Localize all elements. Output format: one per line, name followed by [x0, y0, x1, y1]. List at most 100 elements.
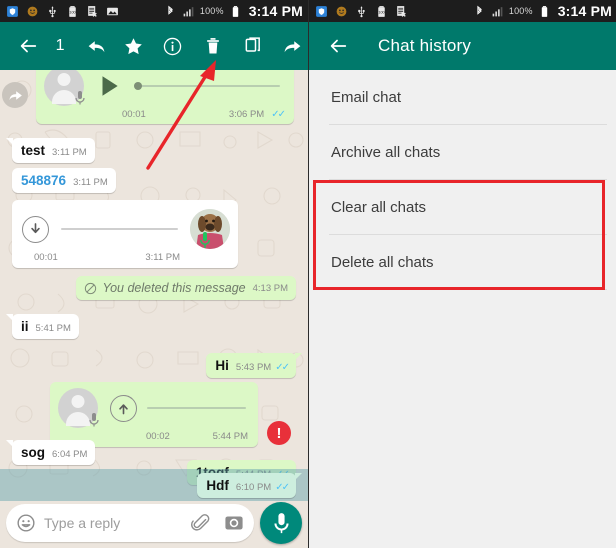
message-deleted-out[interactable]: You deleted this message 4:13 PM — [76, 276, 296, 300]
chat-history-menu: Email chat Archive all chats Clear all c… — [309, 70, 616, 548]
message-time: 3:11 PM — [52, 147, 87, 158]
voice-row — [36, 70, 294, 109]
forward-button[interactable] — [276, 22, 308, 70]
copy-button[interactable] — [237, 22, 269, 70]
bubble-tail — [6, 314, 13, 321]
menu-item-label: Email chat — [331, 89, 402, 106]
text-bubble[interactable]: test 3:11 PM — [6, 138, 95, 163]
battery-icon — [232, 5, 238, 17]
read-ticks-icon: ✓✓ — [271, 109, 286, 120]
message-voice-out-forwarded[interactable]: 00:01 3:06 PM ✓✓ — [2, 70, 294, 124]
bubble-tail — [6, 138, 13, 145]
message-text-link[interactable]: 548876 — [21, 173, 66, 188]
menu-item-label: Delete all chats — [331, 254, 434, 271]
voice-progress-thumb[interactable] — [134, 82, 142, 90]
battery-saver-icon: 100 — [69, 5, 76, 17]
usb-icon — [49, 5, 56, 17]
paperclip-icon[interactable] — [191, 513, 211, 533]
microphone-icon — [273, 513, 289, 534]
message-text-in[interactable]: ii 5:41 PM — [6, 314, 79, 339]
menu-item-email-chat[interactable]: Email chat — [309, 70, 616, 125]
contact-avatar — [190, 209, 230, 249]
delete-button[interactable] — [197, 22, 229, 70]
back-button[interactable] — [309, 22, 358, 70]
delete-icon — [207, 38, 219, 54]
battery-saver-icon: 100 — [378, 5, 385, 17]
back-arrow-icon — [20, 39, 36, 53]
star-button[interactable] — [118, 22, 150, 70]
download-button[interactable] — [22, 215, 49, 243]
info-button[interactable] — [157, 22, 189, 70]
voice-meta: 00:01 3:06 PM ✓✓ — [36, 109, 294, 124]
battery-percent-label: 100% — [508, 6, 533, 16]
voice-duration: 00:02 — [146, 431, 170, 442]
voice-bubble[interactable]: 00:01 3:06 PM ✓✓ — [36, 70, 294, 124]
voice-record-button[interactable] — [260, 502, 302, 544]
reply-icon — [88, 40, 105, 52]
message-text-in[interactable]: sog 6:04 PM — [6, 440, 96, 465]
status-icons-right: 100% 3:14 PM — [164, 3, 303, 19]
menu-item-clear-all-chats[interactable]: Clear all chats — [309, 180, 616, 235]
voice-row — [12, 200, 238, 252]
message-time: 6:10 PM — [235, 482, 272, 493]
camera-icon[interactable] — [224, 514, 244, 532]
voice-bubble[interactable]: 00:01 3:11 PM — [12, 200, 238, 268]
bubble-tail — [6, 440, 13, 447]
message-text: test — [21, 143, 46, 158]
menu-item-archive-all-chats[interactable]: Archive all chats — [309, 125, 616, 180]
deleted-bubble[interactable]: You deleted this message 4:13 PM — [76, 276, 296, 300]
image-icon — [107, 7, 118, 15]
voice-duration: 00:01 — [122, 109, 146, 120]
back-button[interactable] — [0, 22, 48, 70]
battery-percent-label: 100% — [199, 6, 224, 16]
status-icons-right: 100% 3:14 PM — [473, 3, 612, 19]
clock-label: 3:14 PM — [557, 3, 612, 19]
emoji-face-icon — [336, 6, 347, 16]
reply-input-container[interactable]: Type a reply — [6, 504, 254, 542]
emoji-face-icon — [27, 6, 38, 16]
bubble-tail — [295, 473, 302, 480]
reply-button[interactable] — [80, 22, 112, 70]
text-bubble[interactable]: Hi 5:43 PM ✓✓ — [206, 353, 302, 378]
star-icon — [125, 37, 143, 54]
right-phone-panel: 100 100% 3:14 PM Chat history Email chat… — [308, 0, 616, 548]
text-bubble[interactable]: ii 5:41 PM — [6, 314, 79, 339]
message-time: 3:11 PM — [145, 252, 180, 263]
message-text-out-selected[interactable]: Hdf 6:10 PM ✓✓ — [197, 473, 302, 498]
document-x-icon — [88, 5, 97, 17]
shield-icon — [7, 5, 18, 17]
message-text-out[interactable]: Hi 5:43 PM ✓✓ — [206, 353, 302, 378]
download-icon — [31, 222, 40, 233]
play-icon[interactable] — [96, 73, 122, 99]
clock-label: 3:14 PM — [248, 3, 303, 19]
emoji-icon[interactable] — [16, 513, 36, 533]
text-bubble[interactable]: sog 6:04 PM — [6, 440, 96, 465]
message-text-in[interactable]: 548876 3:11 PM — [12, 168, 116, 193]
bluetooth-icon — [168, 5, 173, 15]
message-text-in[interactable]: test 3:11 PM — [6, 138, 95, 163]
read-ticks-icon: ✓✓ — [275, 482, 290, 493]
menu-item-label: Archive all chats — [331, 144, 441, 161]
text-bubble[interactable]: Hdf 6:10 PM ✓✓ — [197, 473, 302, 498]
status-icons-left: 100 — [315, 5, 408, 18]
info-icon — [163, 37, 182, 55]
svg-text:100: 100 — [378, 10, 384, 14]
voice-progress-track[interactable] — [61, 228, 178, 230]
send-failed-badge[interactable]: ! — [267, 421, 291, 445]
forward-icon — [284, 40, 301, 52]
message-list: 00:01 3:06 PM ✓✓ test 3:11 PM 548876 3:1… — [0, 70, 308, 548]
message-voice-in[interactable]: 00:01 3:11 PM — [12, 200, 238, 268]
menu-item-delete-all-chats[interactable]: Delete all chats — [309, 235, 616, 290]
shield-icon — [316, 5, 327, 17]
message-text: ii — [21, 319, 29, 334]
voice-bubble[interactable]: 00:02 5:44 PM — [50, 382, 258, 447]
upload-button[interactable] — [110, 394, 137, 422]
voice-meta: 00:01 3:11 PM — [12, 252, 238, 268]
message-voice-out-failed[interactable]: 00:02 5:44 PM ! — [50, 382, 291, 447]
status-bar-right: 100 100% 3:14 PM — [309, 0, 616, 22]
voice-progress-track[interactable] — [134, 82, 280, 90]
text-bubble[interactable]: 548876 3:11 PM — [12, 168, 116, 193]
reply-input-placeholder[interactable]: Type a reply — [44, 515, 191, 531]
upload-icon — [119, 403, 128, 414]
voice-progress-track[interactable] — [147, 407, 246, 409]
